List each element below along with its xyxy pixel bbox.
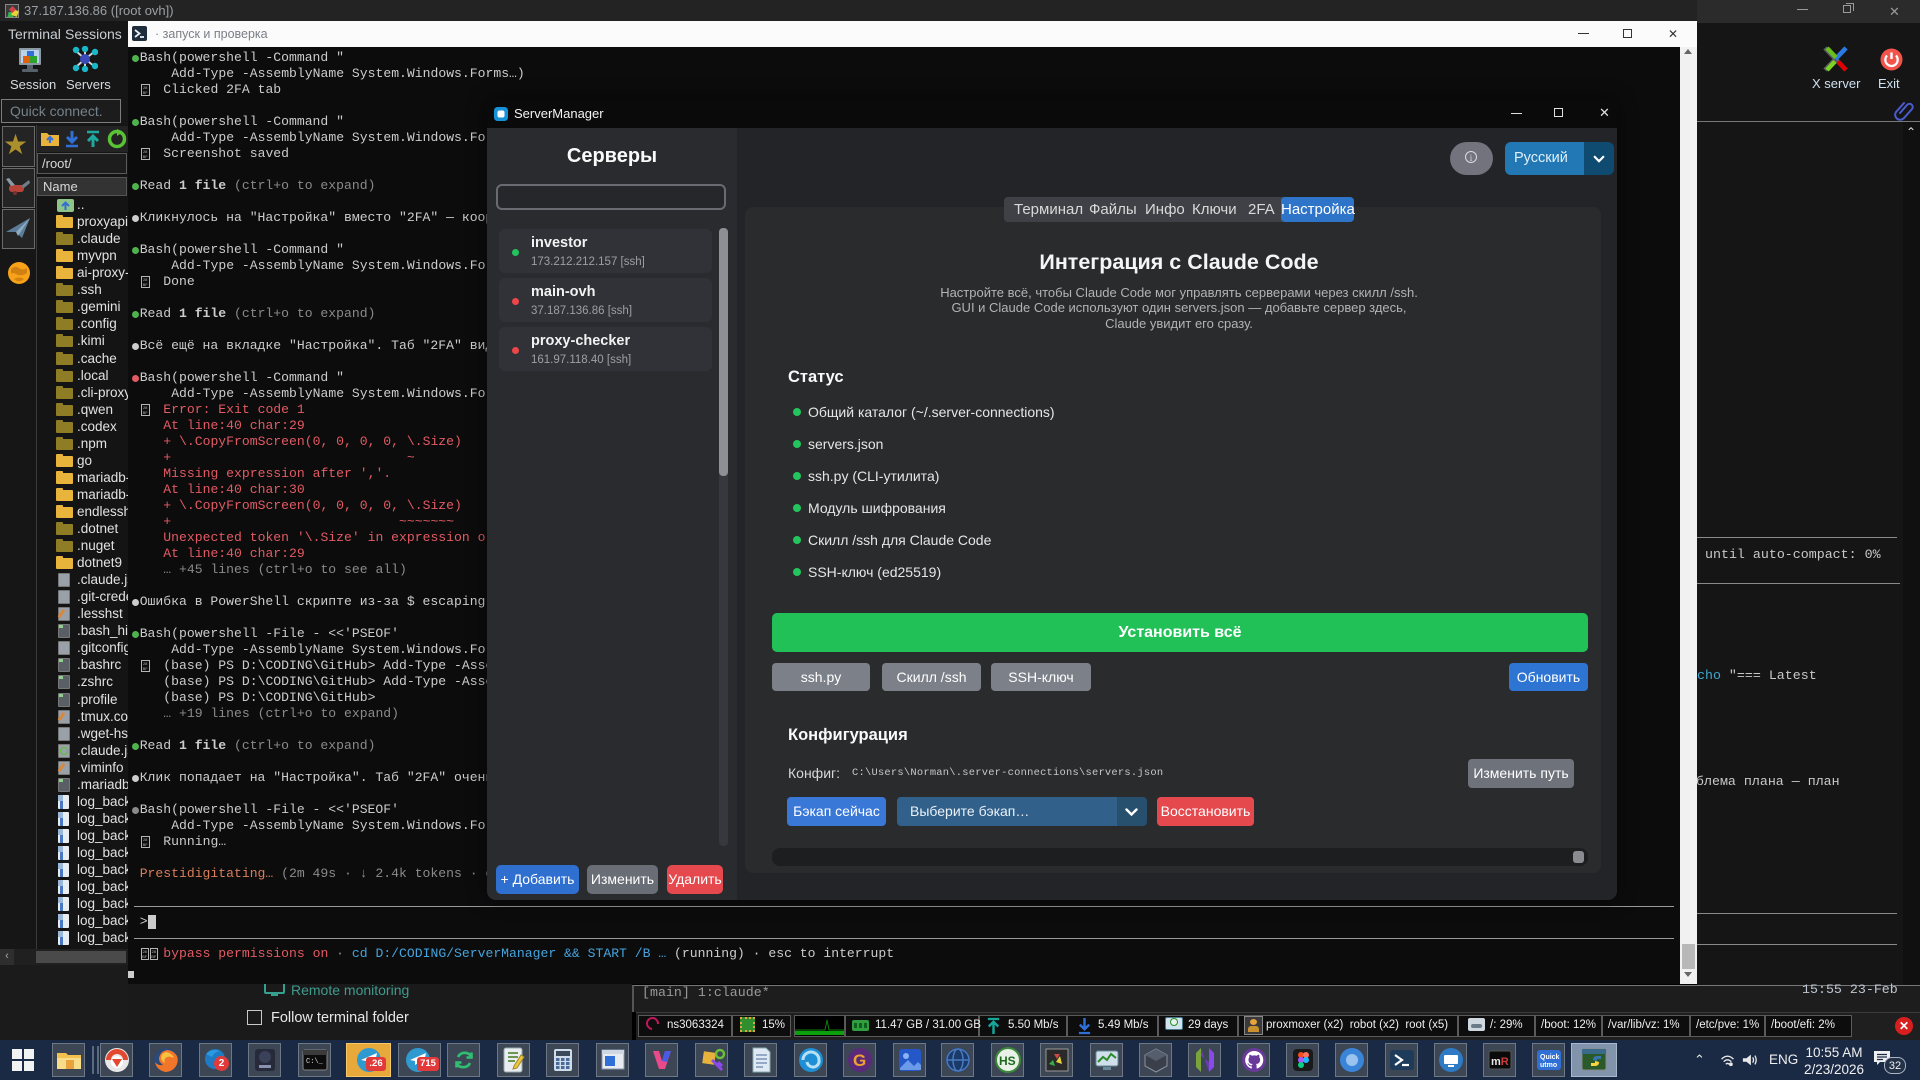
svg-text:HS: HS <box>999 1054 1016 1068</box>
svg-text:Quick: Quick <box>1540 1054 1560 1061</box>
svg-text:C:\_: C:\_ <box>306 1058 324 1066</box>
svg-text:G: G <box>853 1051 866 1070</box>
svg-text:mR: mR <box>1491 1056 1509 1068</box>
svg-text:utmo: utmo <box>1540 1062 1557 1069</box>
